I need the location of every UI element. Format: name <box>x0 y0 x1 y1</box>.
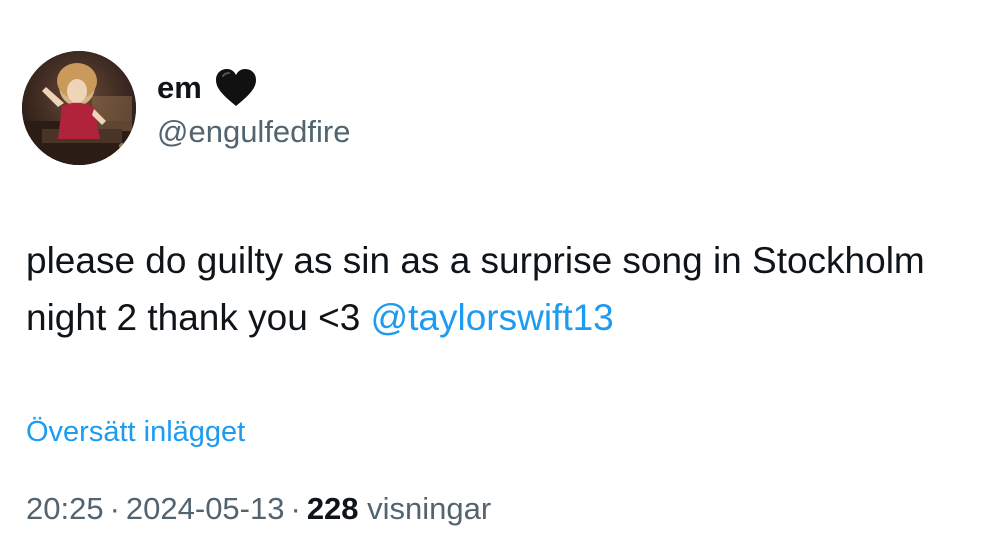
black-heart-icon <box>214 68 258 108</box>
author-name-row: em <box>157 66 258 110</box>
meta-separator: · <box>109 491 120 526</box>
views-count: 228 <box>306 491 359 526</box>
tweet-text: please do guilty as sin as a surprise so… <box>26 232 976 346</box>
author-handle[interactable]: @engulfedfire <box>157 112 350 152</box>
tweet-card: em @engulfedfire please do guilty as sin… <box>0 0 1000 556</box>
avatar[interactable] <box>22 51 136 165</box>
meta-separator: · <box>290 491 301 526</box>
avatar-image <box>22 51 136 165</box>
tweet-time[interactable]: 20:25 <box>26 491 104 526</box>
tweet-date[interactable]: 2024-05-13 <box>126 491 285 526</box>
tweet-meta: 20:25 · 2024-05-13 · 228 visningar <box>26 488 491 530</box>
mention-link[interactable]: @taylorswift13 <box>371 297 614 338</box>
translate-post-link[interactable]: Översätt inlägget <box>26 412 245 452</box>
display-name[interactable]: em <box>157 66 202 110</box>
views-label: visningar <box>367 491 492 526</box>
